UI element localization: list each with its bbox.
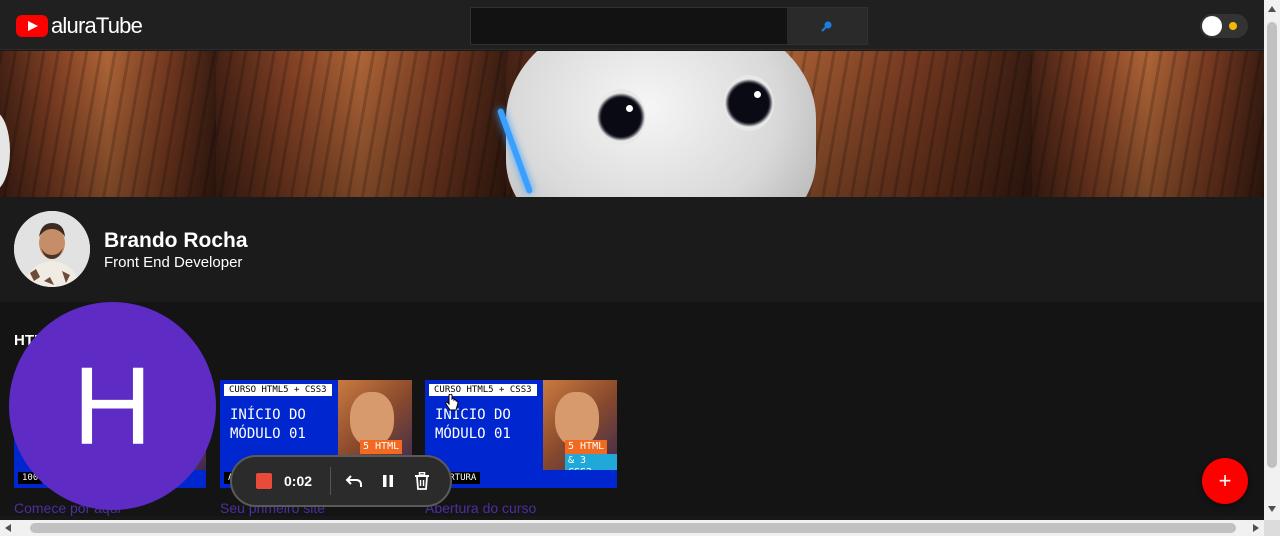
app-window: aluraTube Brando Rocha Front End Develop… (0, 0, 1280, 536)
profile-role: Front End Developer (104, 254, 243, 271)
scroll-right-arrow-icon[interactable] (1253, 524, 1259, 532)
divider (330, 467, 331, 495)
search-bar (470, 7, 868, 45)
hand-cursor-icon (445, 394, 459, 411)
robot-eye-left (596, 89, 646, 145)
vertical-scroll-thumb[interactable] (1267, 22, 1277, 468)
horizontal-scrollbar[interactable] (0, 520, 1264, 536)
thumbnail-tag: CURSO HTML5 + CSS3 (224, 384, 332, 396)
search-button[interactable] (787, 8, 867, 44)
thumbnail-badge: 5 HTML (565, 440, 608, 454)
avatar (14, 211, 90, 287)
thumbnail-face (555, 392, 599, 446)
thumbnail-headline: INÍCIO DO MÓDULO 01 (230, 407, 306, 442)
video-title[interactable]: Abertura do curso (425, 500, 617, 516)
thumbnail-badge: 5 HTML (360, 440, 403, 454)
logo-text: aluraTube (51, 13, 143, 38)
banner-panel (1032, 51, 1264, 197)
pause-icon (383, 475, 393, 487)
horizontal-scroll-thumb[interactable] (30, 523, 1236, 533)
sun-icon (1229, 22, 1237, 30)
youtube-play-icon (16, 15, 48, 37)
user-letter-avatar[interactable]: H (9, 302, 216, 510)
profile-name: Brando Rocha (104, 229, 248, 252)
pause-button[interactable] (377, 470, 399, 492)
stop-icon[interactable] (256, 473, 272, 489)
scroll-up-arrow-icon[interactable] (1268, 6, 1276, 12)
avatar-letter: H (72, 344, 153, 468)
profile-section: Brando Rocha Front End Developer (0, 197, 1264, 302)
banner-panel (0, 51, 216, 197)
delete-button[interactable] (411, 470, 433, 492)
robot-head (506, 51, 816, 197)
scrollbar-corner (1264, 520, 1280, 536)
add-video-button[interactable]: + (1202, 458, 1248, 504)
banner-panel (216, 51, 506, 197)
vertical-scrollbar[interactable] (1264, 0, 1280, 520)
scroll-down-arrow-icon[interactable] (1268, 506, 1276, 512)
profile-banner (0, 51, 1264, 197)
fab-label: + (1218, 468, 1232, 493)
trash-icon (415, 472, 429, 490)
top-bar: aluraTube (0, 0, 1264, 50)
theme-toggle[interactable] (1200, 14, 1248, 38)
toggle-knob (1202, 16, 1222, 36)
scroll-left-arrow-icon[interactable] (5, 524, 11, 532)
logo[interactable]: aluraTube (16, 13, 143, 39)
undo-button[interactable] (343, 470, 365, 492)
robot-eye-right (724, 75, 774, 131)
recorder-time: 0:02 (284, 473, 313, 489)
search-icon (821, 21, 832, 32)
search-input[interactable] (471, 8, 788, 44)
undo-icon (345, 475, 362, 487)
screen-recorder-bar: 0:02 (230, 455, 452, 507)
thumbnail-face (350, 392, 394, 446)
